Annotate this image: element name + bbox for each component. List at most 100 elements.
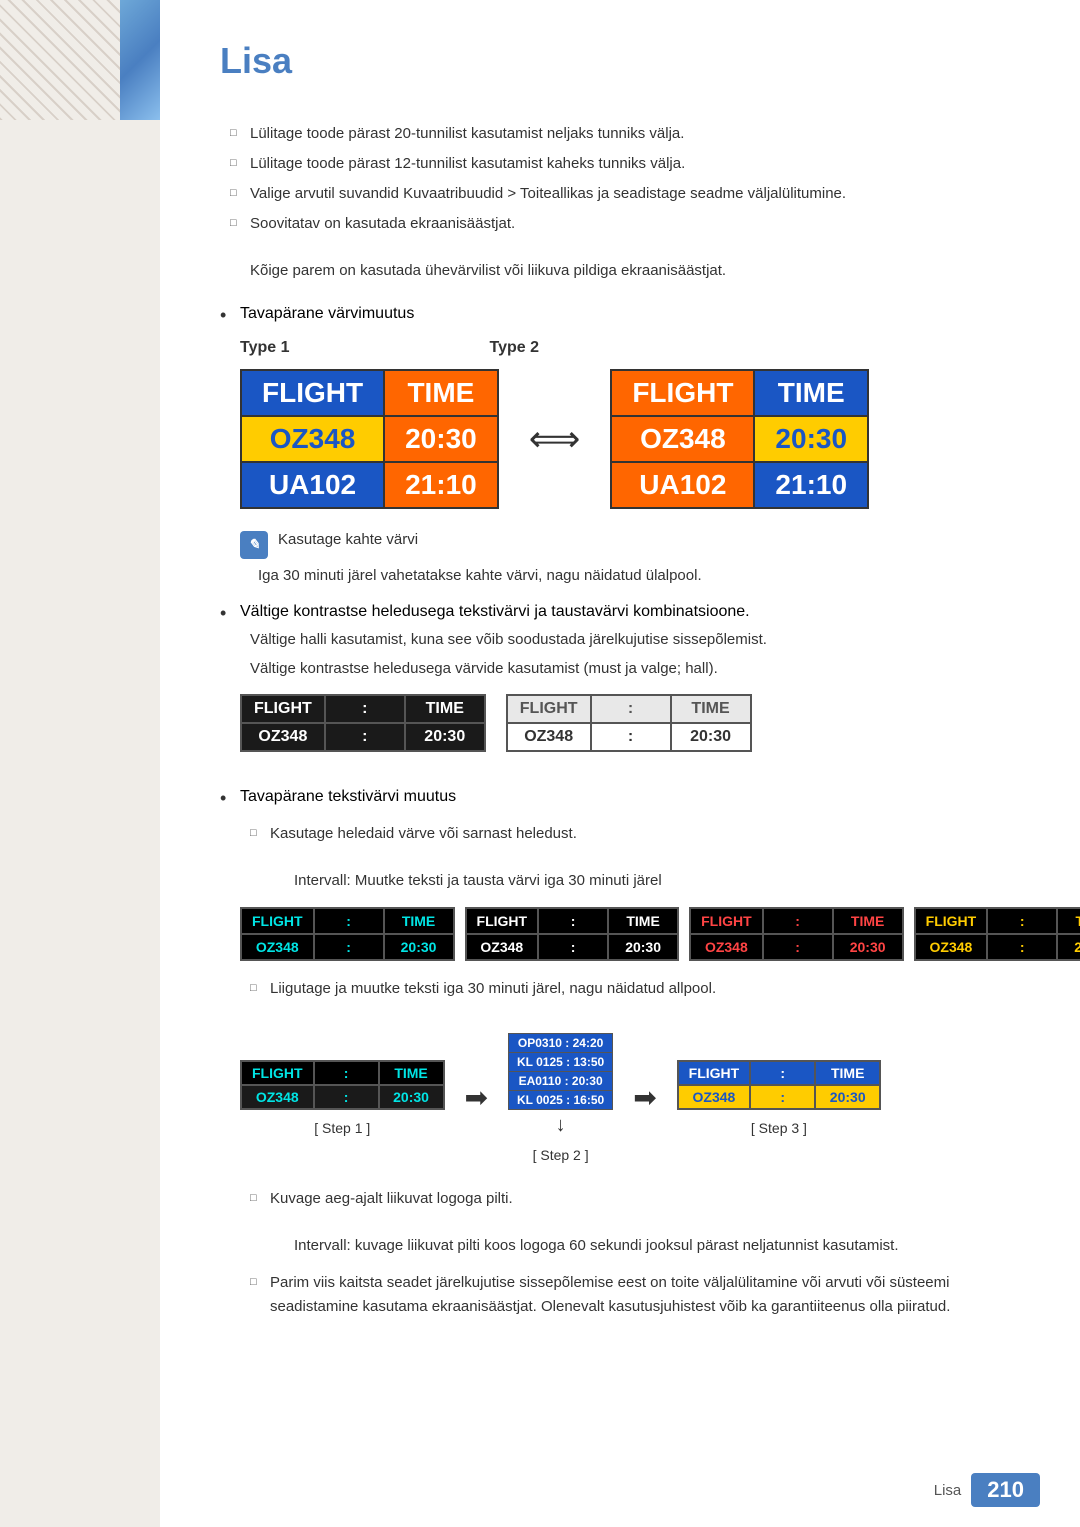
section2-text2: Vältige kontrastse heledusega värvide ka… <box>220 658 1020 681</box>
sf-dark-oz348: OZ348 <box>241 723 325 751</box>
top-bullet-list: Lülitage toode pärast 20-tunnilist kasut… <box>230 122 1020 236</box>
step1-2030: 20:30 <box>379 1085 444 1109</box>
step1-label: [ Step 1 ] <box>314 1120 370 1136</box>
footer-page-number: 210 <box>971 1473 1040 1507</box>
top-bullet-item-1: Lülitage toode pärast 20-tunnilist kasut… <box>230 122 1020 146</box>
section3-sub2-list: Liigutage ja muutke teksti iga 30 minuti… <box>250 977 1020 1001</box>
type1-flight-header: FLIGHT <box>241 370 384 416</box>
note-icon-symbol: ✎ <box>248 536 260 553</box>
page-title: Lisa <box>220 40 1020 82</box>
color-variants-row: FLIGHT : TIME OZ348 : 20:30 FLIGHT : TIM… <box>240 907 1020 961</box>
type1-time2: 21:10 <box>384 462 498 508</box>
cv4-2030: 20:30 <box>1057 934 1080 960</box>
type2-time2: 21:10 <box>754 462 868 508</box>
page-footer: Lisa 210 <box>934 1473 1040 1507</box>
section3-bullet-text: Tavapärane tekstivärvi muutus <box>240 788 456 805</box>
section3-sub1: Kasutage heledaid värve või sarnast hele… <box>250 822 1020 846</box>
diagonal-pattern <box>0 0 120 120</box>
cv3-flight: FLIGHT <box>690 908 763 934</box>
cv-table-cyan: FLIGHT : TIME OZ348 : 20:30 <box>240 907 455 961</box>
type2-oz348: OZ348 <box>611 416 754 462</box>
step2-label: [ Step 2 ] <box>533 1147 589 1163</box>
cv-table-yellow: FLIGHT : TIME OZ348 : 20:30 <box>914 907 1080 961</box>
type1-time-header: TIME <box>384 370 498 416</box>
cv2-flight: FLIGHT <box>466 908 539 934</box>
type1-ua102: UA102 <box>241 462 384 508</box>
note-icon: ✎ <box>240 531 268 559</box>
sf-light-oz348: OZ348 <box>507 723 591 751</box>
type2-flight-table: FLIGHT TIME OZ348 20:30 UA102 21:10 <box>610 369 869 509</box>
cv4-colon: : <box>987 908 1057 934</box>
cv4-oz348: OZ348 <box>915 934 988 960</box>
small-flight-tables-row: FLIGHT : TIME OZ348 : 20:30 FLIGHT : TIM… <box>240 694 1020 752</box>
section2-bullet-text: Vältige kontrastse heledusega tekstivärv… <box>240 603 750 620</box>
section5-sub: Parim viis kaitsta seadet järelkujutise … <box>250 1271 1020 1319</box>
type2-time-header: TIME <box>754 370 868 416</box>
step2-row2: KL 0125 : 13:50 <box>509 1052 613 1071</box>
arrow-down-icon: ↓ <box>556 1114 566 1137</box>
step3-label: [ Step 3 ] <box>751 1120 807 1136</box>
sf-light-flight: FLIGHT <box>507 695 591 723</box>
cv2-colon2: : <box>538 934 608 960</box>
cv3-colon2: : <box>763 934 833 960</box>
indented-note-text: Kõige parem on kasutada ühevärvilist või… <box>220 260 1020 283</box>
section4-sub-note: Intervall: kuvage liikuvat pilti koos lo… <box>264 1235 1020 1258</box>
cv4-colon2: : <box>987 934 1057 960</box>
step1-block: FLIGHT : TIME OZ348 : 20:30 [ Step 1 ] <box>240 1060 445 1136</box>
type1-flight-table: FLIGHT TIME OZ348 20:30 UA102 21:10 <box>240 369 499 509</box>
step2-mid: OP0310 : 24:20 KL 0125 : 13:50 EA0110 : … <box>508 1033 613 1137</box>
sf-dark-2030: 20:30 <box>405 723 485 751</box>
top-bullet-item-3: Valige arvutil suvandid Kuvaatribuudid >… <box>230 182 1020 206</box>
cv2-2030: 20:30 <box>608 934 678 960</box>
step1-time: TIME <box>379 1061 444 1085</box>
type2-time1: 20:30 <box>754 416 868 462</box>
type2-flight-header: FLIGHT <box>611 370 754 416</box>
cv3-oz348: OZ348 <box>690 934 763 960</box>
section3-sub2: Liigutage ja muutke teksti iga 30 minuti… <box>250 977 1020 1001</box>
step3-oz348: OZ348 <box>678 1085 751 1109</box>
step2-to-step3-arrow: ➡ <box>633 1081 656 1114</box>
section4-sub: Kuvage aeg-ajalt liikuvat logoga pilti. <box>250 1187 1020 1211</box>
section1-bullet-text: Tavapärane värvimuutus <box>240 305 414 322</box>
section3-sub-list: Kasutage heledaid värve või sarnast hele… <box>250 822 1020 846</box>
sf-dark-colon: : <box>325 695 405 723</box>
section4-sub-list: Kuvage aeg-ajalt liikuvat logoga pilti. <box>250 1187 1020 1211</box>
type2-ua102: UA102 <box>611 462 754 508</box>
cv-table-red: FLIGHT : TIME OZ348 : 20:30 <box>689 907 904 961</box>
type2-label: Type 2 <box>490 339 540 357</box>
type1-time1: 20:30 <box>384 416 498 462</box>
steps-row: FLIGHT : TIME OZ348 : 20:30 [ Step 1 ] ➡… <box>240 1033 1020 1163</box>
cv-table-white: FLIGHT : TIME OZ348 : 20:30 <box>465 907 680 961</box>
type-labels-row: Type 1 Type 2 <box>240 339 1020 357</box>
left-sidebar <box>0 0 160 1527</box>
cv1-colon2: : <box>314 934 384 960</box>
cv1-flight: FLIGHT <box>241 908 314 934</box>
small-table-dark: FLIGHT : TIME OZ348 : 20:30 <box>240 694 486 752</box>
section1-bullet: Tavapärane värvimuutus <box>220 305 1020 323</box>
cv3-time: TIME <box>833 908 903 934</box>
cv1-2030: 20:30 <box>384 934 454 960</box>
sf-dark-colon2: : <box>325 723 405 751</box>
footer-label: Lisa <box>934 1482 962 1499</box>
sidebar-blue-bar <box>120 0 160 120</box>
step1-table: FLIGHT : TIME OZ348 : 20:30 <box>240 1060 445 1110</box>
top-bullet-item-2: Lülitage toode pärast 12-tunnilist kasut… <box>230 152 1020 176</box>
step2-row3: EA0110 : 20:30 <box>509 1071 613 1090</box>
cv1-oz348: OZ348 <box>241 934 314 960</box>
step3-2030: 20:30 <box>815 1085 880 1109</box>
section5-sub-text: Parim viis kaitsta seadet järelkujutise … <box>270 1274 950 1315</box>
type1-oz348: OZ348 <box>241 416 384 462</box>
small-table-light: FLIGHT : TIME OZ348 : 20:30 <box>506 694 752 752</box>
step2-block: OP0310 : 24:20 KL 0125 : 13:50 EA0110 : … <box>508 1033 613 1163</box>
step3-colon: : <box>750 1061 815 1085</box>
note-row: ✎ Kasutage kahte värvi <box>240 529 1020 559</box>
step1-colon2: : <box>314 1085 379 1109</box>
sf-light-2030: 20:30 <box>671 723 751 751</box>
cv2-colon: : <box>538 908 608 934</box>
cv3-colon: : <box>763 908 833 934</box>
cv1-time: TIME <box>384 908 454 934</box>
step3-time: TIME <box>815 1061 880 1085</box>
step2-row4: KL 0025 : 16:50 <box>509 1090 613 1109</box>
type1-label: Type 1 <box>240 339 290 357</box>
note-sub-text: Iga 30 minuti järel vahetatakse kahte vä… <box>258 565 1020 588</box>
